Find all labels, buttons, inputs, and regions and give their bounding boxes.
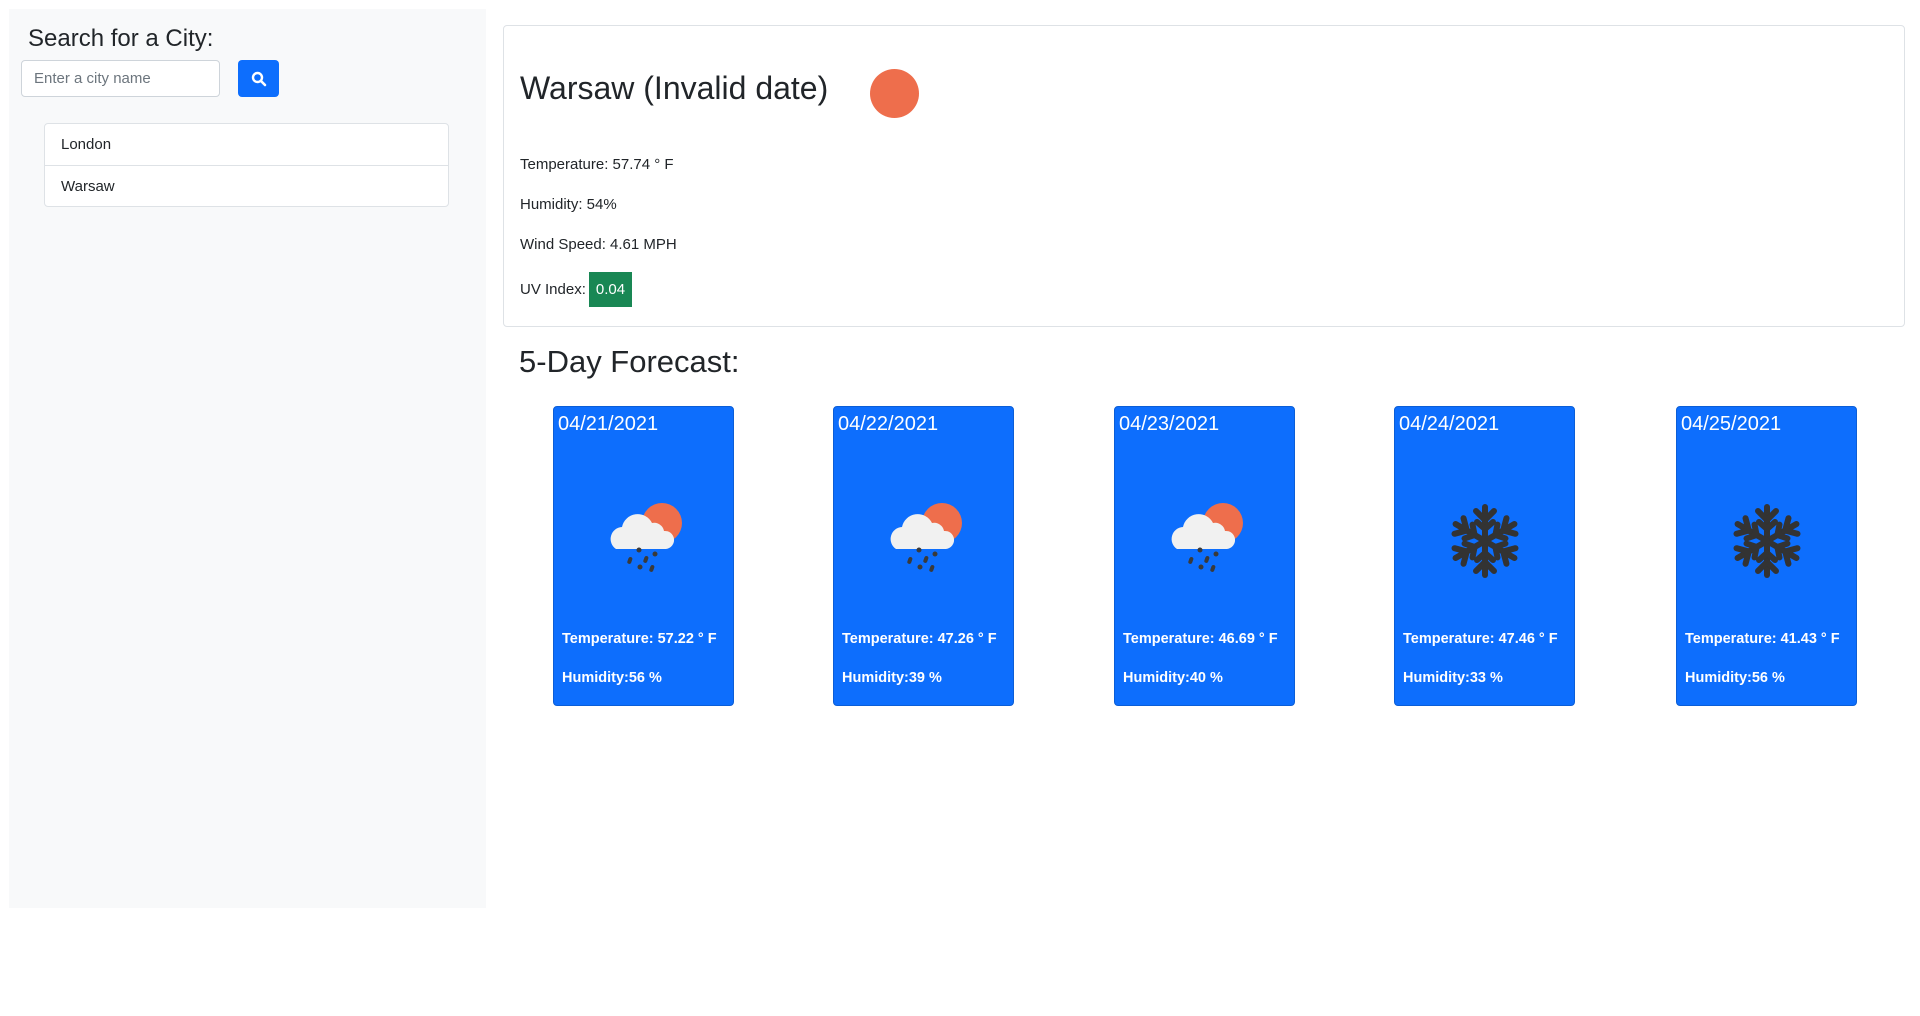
forecast-temperature: Temperature: 46.69 ° F	[1123, 631, 1278, 647]
current-humidity: Humidity: 54%	[520, 196, 617, 213]
forecast-card: 04/22/2021 Temperature: 47.26 ° F Humidi…	[833, 406, 1014, 706]
rain-sun-icon	[594, 487, 694, 587]
forecast-date: 04/24/2021	[1399, 413, 1500, 435]
forecast-humidity: Humidity:56 %	[562, 670, 662, 686]
forecast-card: 04/24/2021 Temperature: 47.46 ° F Humidi…	[1394, 406, 1575, 706]
snowflake-icon	[1717, 487, 1817, 587]
forecast-temperature: Temperature: 47.26 ° F	[842, 631, 997, 647]
uv-label: UV Index:	[520, 281, 586, 298]
rain-sun-icon	[874, 487, 974, 587]
forecast-temperature: Temperature: 47.46 ° F	[1403, 631, 1558, 647]
forecast-card: 04/21/2021 Temperature: 57.22 ° F Humidi…	[553, 406, 734, 706]
forecast-humidity: Humidity:33 %	[1403, 670, 1503, 686]
forecast-humidity: Humidity:39 %	[842, 670, 942, 686]
sun-icon	[870, 69, 919, 118]
current-city-heading: Warsaw (Invalid date)	[520, 70, 829, 106]
forecast-date: 04/25/2021	[1681, 413, 1782, 435]
forecast-temperature: Temperature: 57.22 ° F	[562, 631, 717, 647]
forecast-temperature: Temperature: 41.43 ° F	[1685, 631, 1840, 647]
forecast-title: 5-Day Forecast:	[519, 344, 740, 379]
sidebar: Search for a City: London Warsaw	[9, 9, 486, 908]
forecast-card: 04/23/2021 Temperature: 46.69 ° F Humidi…	[1114, 406, 1295, 706]
forecast-humidity: Humidity:56 %	[1685, 670, 1785, 686]
uv-badge: 0.04	[588, 272, 633, 307]
rain-sun-icon	[1155, 487, 1255, 587]
forecast-date: 04/21/2021	[558, 413, 659, 435]
current-weather-card: Warsaw (Invalid date) Temperature: 57.74…	[503, 25, 1905, 327]
search-icon	[251, 71, 266, 86]
current-wind-speed: Wind Speed: 4.61 MPH	[520, 236, 677, 253]
search-title: Search for a City:	[28, 25, 214, 52]
city-search-input[interactable]	[21, 60, 220, 97]
current-temperature: Temperature: 57.74 ° F	[520, 156, 674, 173]
search-button[interactable]	[238, 60, 279, 97]
forecast-humidity: Humidity:40 %	[1123, 670, 1223, 686]
forecast-date: 04/22/2021	[838, 413, 939, 435]
history-item-london[interactable]: London	[45, 124, 448, 165]
search-history-list: London Warsaw	[44, 123, 449, 207]
forecast-date: 04/23/2021	[1119, 413, 1220, 435]
forecast-card: 04/25/2021 Temperature: 41.43 ° F Humidi…	[1676, 406, 1857, 706]
current-uv: UV Index: 0.04	[520, 272, 633, 307]
history-item-warsaw[interactable]: Warsaw	[45, 165, 448, 206]
snowflake-icon	[1435, 487, 1535, 587]
